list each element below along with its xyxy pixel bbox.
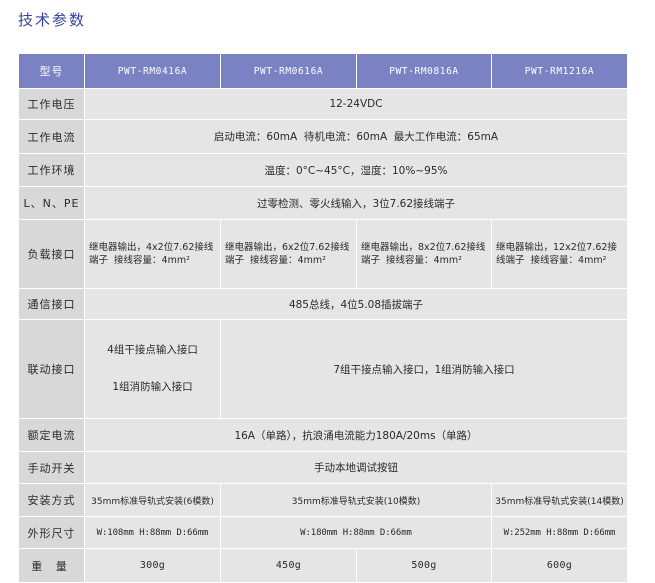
spec-value: W:252mm H:88mm D:66mm <box>491 516 628 549</box>
row-linkage-interface: 联动接口 4组干接点输入接口 1组消防输入接口 7组干接点输入接口，1组消防输入… <box>18 319 628 419</box>
spec-value: W:180mm H:88mm D:66mm <box>220 516 492 549</box>
spec-value: W:108mm H:88mm D:66mm <box>84 516 221 549</box>
row-label: 安装方式 <box>18 483 85 517</box>
spec-value: 继电器输出，8x2位7.62接线端子 接线容量：4mm² <box>356 219 492 289</box>
spec-table: 型号 PWT-RM0416A PWT-RM0616A PWT-RM0816A P… <box>18 53 628 583</box>
spec-value: 12-24VDC <box>84 88 628 120</box>
row-label: 负载接口 <box>18 219 85 289</box>
spec-value: 500g <box>356 548 492 583</box>
spec-value: 35mm标准导轨式安装(6模数) <box>84 483 221 517</box>
spec-value: 450g <box>220 548 357 583</box>
spec-value-line: 1组消防输入接口 <box>112 381 193 393</box>
row-installation: 安装方式 35mm标准导轨式安装(6模数) 35mm标准导轨式安装(10模数) … <box>18 483 628 517</box>
spec-value: 继电器输出，12x2位7.62接线端子 接线容量：4mm² <box>491 219 628 289</box>
spec-value: 温度：0°C~45°C，湿度：10%~95% <box>84 153 628 187</box>
spec-value: 35mm标准导轨式安装(14模数) <box>491 483 628 517</box>
header-model-0616: PWT-RM0616A <box>220 53 357 89</box>
row-communication-interface: 通信接口 485总线，4位5.08插拔端子 <box>18 288 628 320</box>
spec-value: 启动电流：60mA 待机电流：60mA 最大工作电流：65mA <box>84 119 628 154</box>
row-working-current: 工作电流 启动电流：60mA 待机电流：60mA 最大工作电流：65mA <box>18 119 628 154</box>
spec-value: 485总线，4位5.08插拔端子 <box>84 288 628 320</box>
spec-value: 继电器输出，4x2位7.62接线端子 接线容量：4mm² <box>84 219 221 289</box>
row-label: 通信接口 <box>18 288 85 320</box>
row-manual-switch: 手动开关 手动本地调试按钮 <box>18 451 628 484</box>
row-label: 外形尺寸 <box>18 516 85 549</box>
header-model-0816: PWT-RM0816A <box>356 53 492 89</box>
spec-value: 300g <box>84 548 221 583</box>
spec-value: 过零检测、零火线输入，3位7.62接线端子 <box>84 186 628 220</box>
page-title: 技术参数 <box>18 11 87 29</box>
row-lnpe: L、N、PE 过零检测、零火线输入，3位7.62接线端子 <box>18 186 628 220</box>
row-working-voltage: 工作电压 12-24VDC <box>18 88 628 120</box>
header-model-1216: PWT-RM1216A <box>491 53 628 89</box>
spec-value: 手动本地调试按钮 <box>84 451 628 484</box>
row-label: 联动接口 <box>18 319 85 419</box>
header-model-label: 型号 <box>18 53 85 89</box>
row-environment: 工作环境 温度：0°C~45°C，湿度：10%~95% <box>18 153 628 187</box>
row-label: 重 量 <box>18 548 85 583</box>
row-weight: 重 量 300g 450g 500g 600g <box>18 548 628 583</box>
table-header-row: 型号 PWT-RM0416A PWT-RM0616A PWT-RM0816A P… <box>18 53 628 89</box>
spec-value: 600g <box>491 548 628 583</box>
header-model-0416: PWT-RM0416A <box>84 53 221 89</box>
row-label: 工作电压 <box>18 88 85 120</box>
spec-value: 7组干接点输入接口，1组消防输入接口 <box>220 319 628 419</box>
spec-value: 16A（单路），抗浪涌电流能力180A/20ms（单路） <box>84 418 628 452</box>
row-rated-current: 额定电流 16A（单路），抗浪涌电流能力180A/20ms（单路） <box>18 418 628 452</box>
row-load-interface: 负载接口 继电器输出，4x2位7.62接线端子 接线容量：4mm² 继电器输出，… <box>18 219 628 289</box>
spec-value-line: 4组干接点输入接口 <box>107 344 198 356</box>
spec-value: 4组干接点输入接口 1组消防输入接口 <box>84 319 221 419</box>
row-label: 工作电流 <box>18 119 85 154</box>
row-label: 手动开关 <box>18 451 85 484</box>
row-label: 工作环境 <box>18 153 85 187</box>
spec-value: 继电器输出，6x2位7.62接线端子 接线容量：4mm² <box>220 219 357 289</box>
row-label: L、N、PE <box>18 186 85 220</box>
row-label: 额定电流 <box>18 418 85 452</box>
spec-value: 35mm标准导轨式安装(10模数) <box>220 483 492 517</box>
row-dimensions: 外形尺寸 W:108mm H:88mm D:66mm W:180mm H:88m… <box>18 516 628 549</box>
